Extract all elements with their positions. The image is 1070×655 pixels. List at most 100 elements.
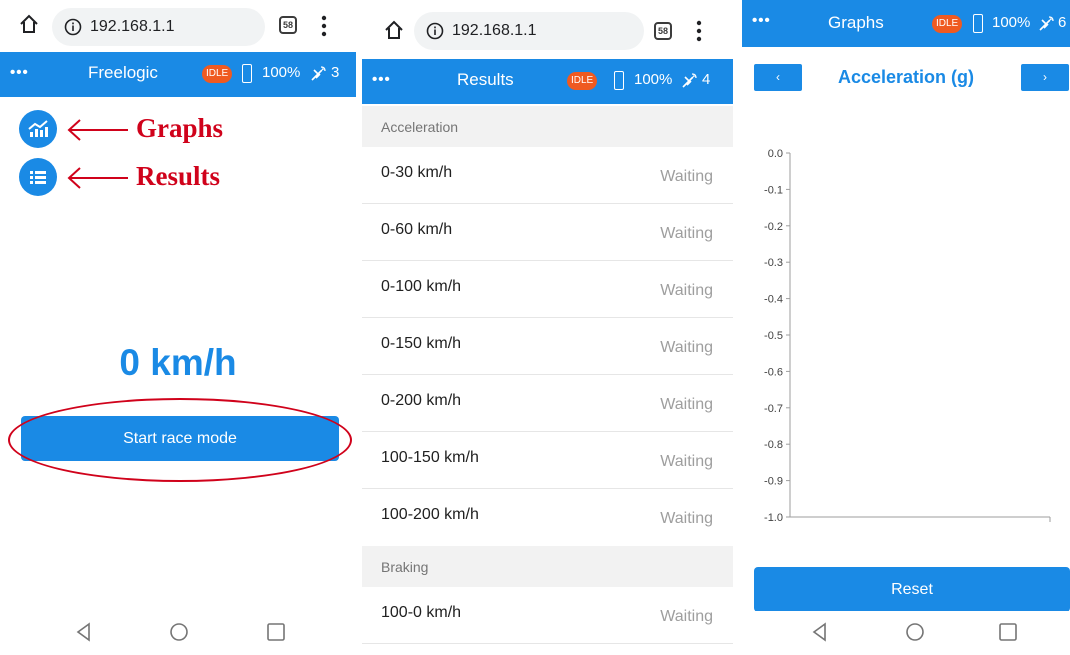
app-header: ••• Results IDLE 100% 4: [362, 59, 733, 104]
acceleration-chart: 0.0 -0.1 -0.2 -0.3 -0.4 -0.5 -0.6 -0.7 -0.8 -0.9 -…: [764, 148, 1051, 524]
kebab-menu-icon[interactable]: [696, 20, 702, 42]
result-label: 0-60 km/h: [381, 221, 453, 238]
result-status: Waiting: [660, 282, 713, 299]
chart-trend-icon: [28, 120, 48, 137]
battery-level: 100%: [262, 64, 301, 81]
battery-level: 100%: [634, 71, 673, 88]
graphs-annotation: Graphs: [136, 113, 224, 143]
result-status: Waiting: [660, 339, 713, 356]
address-bar[interactable]: 192.168.1.1: [414, 12, 644, 50]
satellite-count: 3: [331, 64, 340, 81]
satellite-count: 4: [702, 71, 711, 88]
nav-back-icon[interactable]: [809, 621, 831, 643]
next-graph-button[interactable]: ›: [1021, 64, 1069, 91]
more-dots-icon[interactable]: •••: [372, 71, 391, 88]
list-item[interactable]: 100-150 km/h Waiting: [362, 432, 733, 489]
browser-toolbar: 192.168.1.1 58: [362, 0, 733, 58]
app-title: Freelogic: [88, 63, 158, 82]
list-icon: [30, 171, 46, 184]
app-title: Results: [457, 70, 514, 89]
graphs-button[interactable]: [19, 110, 57, 148]
list-item[interactable]: 0-150 km/h Waiting: [362, 318, 733, 375]
result-status: Waiting: [660, 168, 713, 185]
results-screen: 192.168.1.1 58 ••• Results IDLE 100% 4 A…: [362, 0, 733, 655]
y-tick-label: -0.9: [764, 476, 783, 488]
info-icon: [426, 22, 444, 40]
list-item[interactable]: 0-100 km/h Waiting: [362, 261, 733, 318]
more-dots-icon[interactable]: •••: [10, 64, 29, 81]
y-tick-label: -0.6: [764, 366, 783, 378]
nav-recents-icon[interactable]: [997, 621, 1019, 643]
result-label: 0-30 km/h: [381, 164, 453, 181]
home-icon[interactable]: [19, 14, 39, 34]
satellite-count: 6: [1058, 14, 1067, 31]
y-tick-label: -0.7: [764, 403, 783, 415]
results-annotation: Results: [136, 161, 221, 191]
app-title: Graphs: [828, 13, 884, 32]
android-nav-bar: [0, 611, 356, 655]
result-status: Waiting: [660, 453, 713, 470]
result-label: 100-150 km/h: [381, 449, 479, 466]
satellite-icon: [1039, 16, 1054, 31]
battery-icon: [614, 71, 624, 90]
address-bar[interactable]: 192.168.1.1: [52, 8, 265, 46]
home-icon[interactable]: [384, 20, 404, 40]
tab-count-button[interactable]: 58: [279, 16, 297, 34]
result-status: Waiting: [660, 510, 713, 527]
arrow-left-icon: [67, 119, 128, 141]
result-label: 0-200 km/h: [381, 392, 462, 409]
results-button[interactable]: [19, 158, 57, 196]
speed-readout: 0 km/h: [119, 342, 237, 383]
battery-icon: [242, 64, 252, 83]
y-tick-label: -0.2: [764, 221, 783, 233]
result-status: Waiting: [660, 225, 713, 242]
url-text: 192.168.1.1: [90, 18, 175, 35]
satellite-icon: [311, 66, 326, 81]
result-label: 100-200 km/h: [381, 506, 479, 523]
battery-level: 100%: [992, 14, 1031, 31]
y-tick-label: -0.1: [764, 184, 783, 196]
y-tick-label: -0.5: [764, 330, 783, 342]
arrow-left-icon: [67, 167, 128, 189]
reset-button[interactable]: Reset: [754, 567, 1070, 612]
satellite-icon: [682, 73, 697, 88]
y-tick-label: -0.4: [764, 294, 783, 306]
battery-icon: [973, 14, 983, 33]
section-header-acceleration: Acceleration: [362, 106, 733, 147]
start-race-mode-button[interactable]: Start race mode: [21, 416, 339, 461]
idle-badge: IDLE: [932, 15, 963, 33]
result-label: 100-0 km/h: [381, 604, 462, 621]
tab-count-button[interactable]: 58: [654, 22, 672, 40]
nav-back-icon[interactable]: [73, 621, 95, 643]
app-header: ••• Freelogic IDLE 100% 3: [0, 52, 356, 97]
app-header: ••• Graphs IDLE 100% 6: [742, 0, 1070, 47]
info-icon: [64, 18, 82, 36]
more-dots-icon[interactable]: •••: [752, 12, 771, 29]
browser-toolbar: 192.168.1.1 58: [0, 0, 356, 52]
url-text: 192.168.1.1: [452, 22, 537, 39]
list-item[interactable]: 100-0 km/h Waiting: [362, 587, 733, 644]
result-status: Waiting: [660, 608, 713, 625]
y-tick-label: -0.3: [764, 257, 783, 269]
idle-badge: IDLE: [202, 65, 233, 83]
graphs-screen: ••• Graphs IDLE 100% 6 ‹ Acceleration (g…: [742, 0, 1070, 655]
nav-home-icon[interactable]: [904, 621, 926, 643]
freelogic-screen: 192.168.1.1 58 ••• Freelogic IDLE 100% 3…: [0, 0, 356, 655]
y-tick-label: 0.0: [768, 148, 783, 160]
y-tick-label: -0.8: [764, 439, 783, 451]
y-tick-label: -1.0: [764, 512, 783, 524]
result-label: 0-100 km/h: [381, 278, 462, 295]
android-nav-bar: [742, 611, 1070, 655]
section-header-braking: Braking: [362, 546, 733, 587]
idle-badge: IDLE: [567, 72, 598, 90]
result-status: Waiting: [660, 396, 713, 413]
list-item[interactable]: 0-60 km/h Waiting: [362, 204, 733, 261]
results-list: Acceleration 0-30 km/h Waiting 0-60 km/h…: [362, 106, 733, 644]
nav-home-icon[interactable]: [168, 621, 190, 643]
list-item[interactable]: 0-200 km/h Waiting: [362, 375, 733, 432]
kebab-menu-icon[interactable]: [321, 15, 327, 37]
list-item[interactable]: 100-200 km/h Waiting: [362, 489, 733, 546]
result-label: 0-150 km/h: [381, 335, 462, 352]
list-item[interactable]: 0-30 km/h Waiting: [362, 147, 733, 204]
nav-recents-icon[interactable]: [265, 621, 287, 643]
